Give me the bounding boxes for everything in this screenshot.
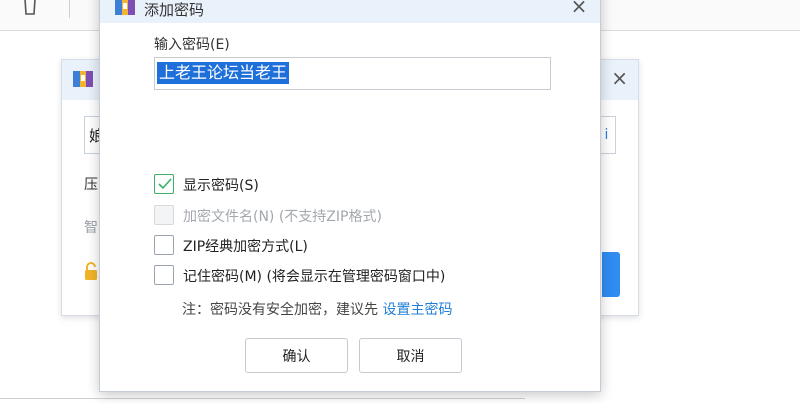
archive-icon <box>115 0 135 15</box>
show-password-checkbox[interactable] <box>154 174 174 194</box>
dialog-title: 添加密码 <box>144 1 205 19</box>
add-password-dialog: 添加密码 × 输入密码(E) 上老王论坛当老王 显示密码(S) 加密文件名(N)… <box>99 0 601 392</box>
background-divider <box>0 398 525 399</box>
encrypt-filename-checkbox <box>154 205 174 225</box>
dialog-titlebar: 添加密码 × <box>100 0 600 23</box>
password-input[interactable]: 上老王论坛当老王 <box>154 57 551 90</box>
show-password-label: 显示密码(S) <box>183 178 259 194</box>
encrypt-filename-label: 加密文件名(N) (不支持ZIP格式) <box>183 209 382 225</box>
archive-icon <box>73 71 93 87</box>
background-hint: 智 <box>84 220 98 236</box>
close-icon[interactable]: × <box>611 66 628 90</box>
confirm-button[interactable]: 确认 <box>245 338 348 373</box>
close-icon[interactable]: × <box>568 0 590 17</box>
toolbar-separator <box>69 0 70 18</box>
remember-password-label: 记住密码(M) (将会显示在管理密码窗口中) <box>183 269 446 285</box>
check-icon <box>158 178 172 190</box>
set-master-password-link[interactable]: 设置主密码 <box>382 302 452 318</box>
zip-classic-label: ZIP经典加密方式(L) <box>183 239 308 255</box>
security-note: 注：密码没有安全加密，建议先 设置主密码 <box>182 299 452 319</box>
cancel-button[interactable]: 取消 <box>359 338 462 373</box>
password-value: 上老王论坛当老王 <box>157 62 290 84</box>
background-primary-button[interactable] <box>602 252 620 297</box>
remember-password-checkbox[interactable] <box>154 265 174 285</box>
zip-classic-checkbox[interactable] <box>154 235 174 255</box>
background-label: 压 <box>84 177 98 193</box>
password-label: 输入密码(E) <box>154 37 230 53</box>
trash-icon[interactable] <box>20 0 40 16</box>
lock-icon <box>85 262 97 280</box>
security-note-text: 注：密码没有安全加密，建议先 <box>182 302 383 318</box>
